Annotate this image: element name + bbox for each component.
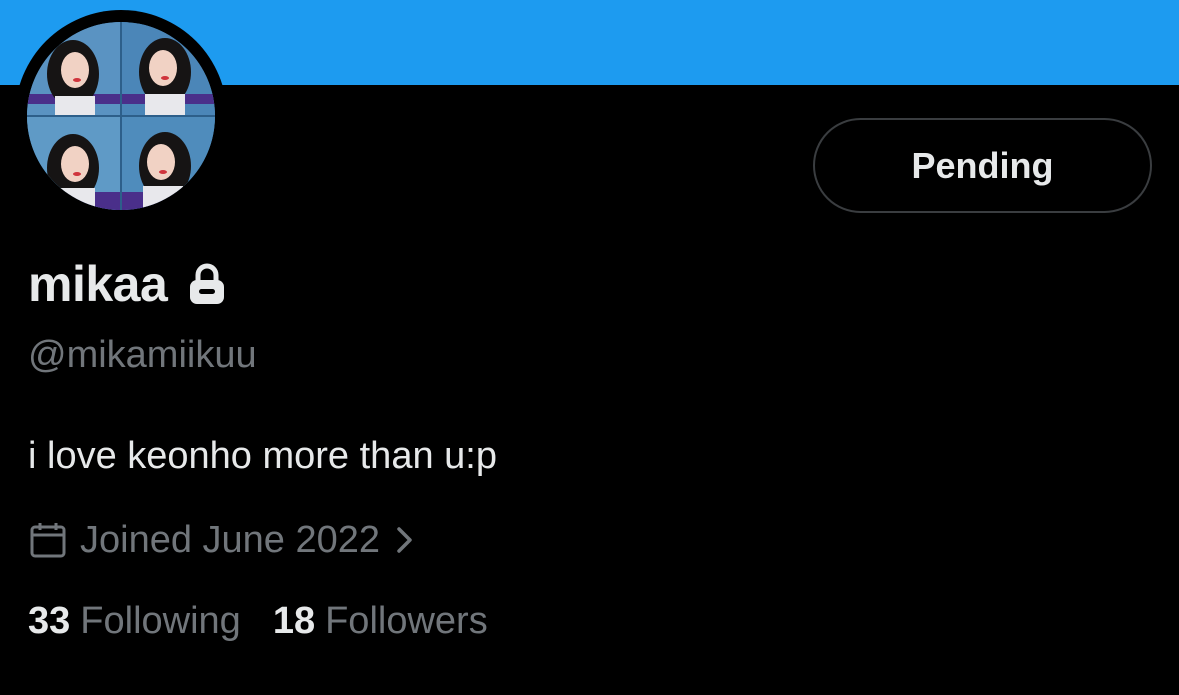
following-stat[interactable]: 33 Following — [28, 600, 241, 643]
following-count: 33 — [28, 600, 71, 642]
pending-follow-button[interactable]: Pending — [813, 118, 1152, 213]
following-label: Following — [80, 600, 241, 642]
followers-label: Followers — [325, 600, 488, 642]
avatar-image — [27, 22, 215, 210]
joined-date-row[interactable]: Joined June 2022 — [28, 515, 416, 565]
follow-stats: 33 Following 18 Followers — [28, 600, 488, 643]
chevron-right-icon — [394, 523, 416, 557]
avatar[interactable] — [15, 10, 227, 222]
display-name-row: mikaa — [28, 252, 227, 316]
followers-count: 18 — [272, 600, 316, 642]
followers-stat[interactable]: 18 Followers — [273, 600, 488, 643]
calendar-icon — [28, 520, 68, 560]
lock-icon — [187, 262, 227, 306]
username-handle: @mikamiikuu — [28, 334, 257, 376]
profile-bio: i love keonho more than u:p — [28, 435, 497, 477]
display-name: mikaa — [28, 256, 168, 312]
joined-date: Joined June 2022 — [80, 518, 381, 561]
pending-button-label: Pending — [911, 144, 1054, 186]
